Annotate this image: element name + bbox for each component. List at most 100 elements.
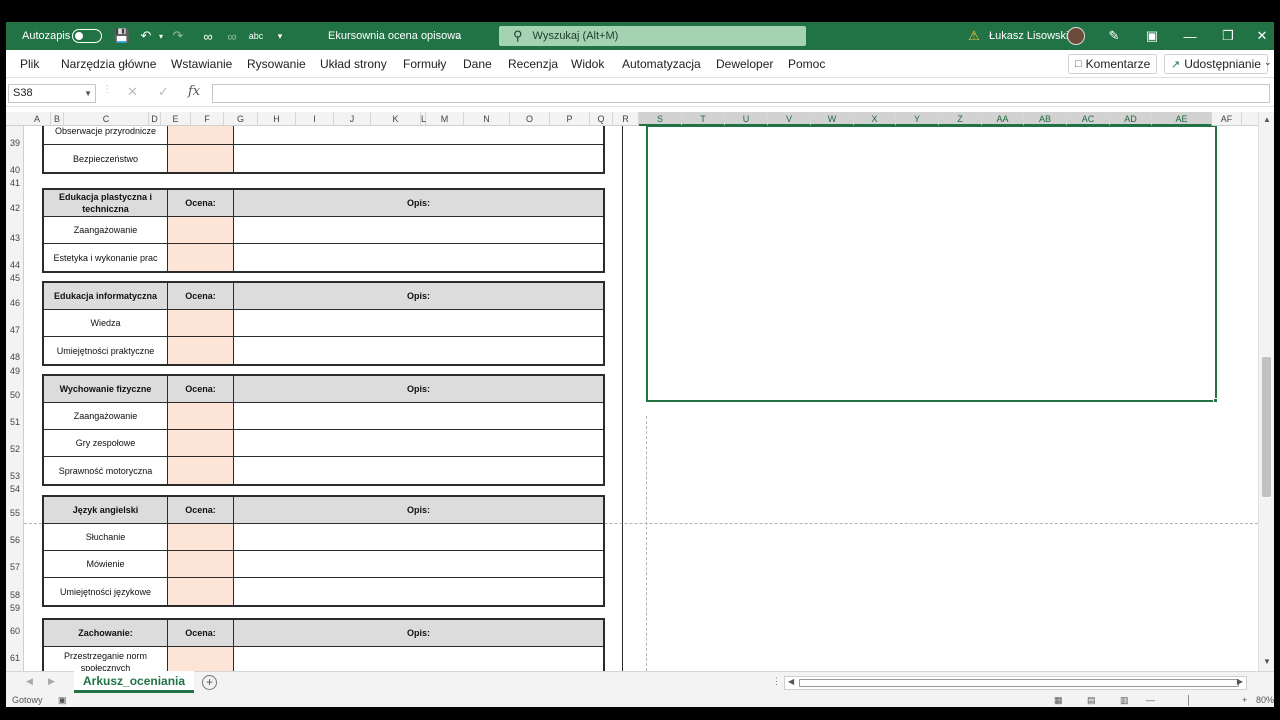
column-header[interactable]: D (149, 112, 161, 126)
ribbon-collapse-icon[interactable]: ⌄ (1264, 57, 1272, 68)
criterion-cell[interactable]: Umiejętności praktyczne (44, 337, 168, 364)
menu-rysowanie[interactable]: Rysowanie (247, 57, 306, 71)
menu-deweloper[interactable]: Deweloper (716, 57, 773, 71)
grade-cell[interactable] (168, 457, 234, 484)
grade-cell[interactable] (168, 145, 234, 172)
insert-function-icon[interactable]: fx (188, 84, 200, 99)
row-header[interactable]: 41 (6, 178, 24, 188)
column-header[interactable]: B (51, 112, 64, 126)
name-box[interactable]: S38 ▼ (8, 84, 96, 103)
column-header[interactable]: E (161, 112, 191, 126)
description-header-cell[interactable]: Opis: (234, 620, 603, 646)
column-header[interactable]: G (224, 112, 258, 126)
user-name[interactable]: Łukasz Lisowski (989, 22, 1068, 50)
grade-header-cell[interactable]: Ocena: (168, 497, 234, 523)
description-cell[interactable] (234, 457, 603, 484)
title-chevron-down-icon[interactable]: ⌄ (448, 22, 468, 50)
grade-cell[interactable] (168, 430, 234, 456)
column-header[interactable]: W (811, 112, 854, 126)
scroll-left-icon[interactable]: ◀ (788, 677, 794, 686)
menu-narzedzia-glowne[interactable]: Narzędzia główne (61, 57, 156, 71)
column-header[interactable]: AF (1212, 112, 1242, 126)
grade-header-cell[interactable]: Ocena: (168, 620, 234, 646)
description-cell[interactable] (234, 244, 603, 271)
column-header[interactable]: AC (1067, 112, 1110, 126)
zoom-out-icon[interactable]: — (1146, 695, 1155, 705)
column-header[interactable]: M (426, 112, 464, 126)
zoom-level[interactable]: 80% (1256, 695, 1274, 705)
tab-splitter-icon[interactable]: ⋮ (772, 676, 781, 687)
row-header[interactable]: 48 (6, 352, 24, 362)
criterion-cell[interactable]: Wiedza (44, 310, 168, 336)
menu-recenzja[interactable]: Recenzja (508, 57, 558, 71)
description-cell[interactable] (234, 145, 603, 172)
zoom-slider[interactable]: │ (1186, 695, 1192, 705)
scroll-down-icon[interactable]: ▼ (1263, 657, 1271, 666)
menu-wstawianie[interactable]: Wstawianie (171, 57, 232, 71)
description-cell[interactable] (234, 126, 603, 144)
menu-formuly[interactable]: Formuły (403, 57, 446, 71)
description-cell[interactable] (234, 551, 603, 577)
row-header[interactable]: 54 (6, 484, 24, 494)
grade-cell[interactable] (168, 217, 234, 243)
section-title-cell[interactable]: Edukacja plastyczna i techniczna (44, 190, 168, 216)
cancel-icon[interactable]: ✕ (127, 84, 138, 100)
grade-cell[interactable] (168, 524, 234, 550)
column-header[interactable]: F (191, 112, 224, 126)
row-header[interactable]: 40 (6, 165, 24, 175)
grade-cell[interactable] (168, 403, 234, 429)
save-icon[interactable]: 💾 (112, 22, 132, 50)
tab-scroll-right-icon[interactable]: ▶ (48, 676, 55, 687)
criterion-cell[interactable]: Sprawność motoryczna (44, 457, 168, 484)
avatar[interactable] (1067, 22, 1085, 50)
column-header[interactable]: AD (1110, 112, 1152, 126)
column-header[interactable]: R (613, 112, 639, 126)
criterion-cell[interactable]: Gry zespołowe (44, 430, 168, 456)
column-header[interactable]: U (725, 112, 768, 126)
column-header[interactable]: I (296, 112, 334, 126)
column-header[interactable]: C (64, 112, 149, 126)
vertical-scroll-thumb[interactable] (1262, 357, 1271, 497)
ribbon-display-icon[interactable]: ▣ (1142, 22, 1162, 50)
criterion-cell[interactable]: Słuchanie (44, 524, 168, 550)
description-cell[interactable] (234, 578, 603, 605)
criterion-cell[interactable]: Bezpieczeństwo (44, 145, 168, 172)
pen-icon[interactable]: ✎ (1104, 22, 1124, 50)
comments-button[interactable]: □ Komentarze (1068, 54, 1158, 74)
column-header[interactable]: O (510, 112, 550, 126)
description-header-cell[interactable]: Opis: (234, 376, 603, 402)
column-header[interactable]: A (24, 112, 51, 126)
more-options-icon[interactable]: ⋮ (102, 84, 112, 95)
minimize-icon[interactable]: — (1180, 22, 1200, 50)
row-header[interactable]: 55 (6, 508, 24, 518)
description-header-cell[interactable]: Opis: (234, 190, 603, 216)
column-header[interactable]: N (464, 112, 510, 126)
column-header[interactable]: AA (982, 112, 1024, 126)
customize-toolbar-icon[interactable]: ▾ (270, 22, 290, 50)
description-cell[interactable] (234, 337, 603, 364)
row-header[interactable]: 59 (6, 603, 24, 613)
grade-cell[interactable] (168, 647, 234, 671)
tab-arkusz-oceniania[interactable]: Arkusz_oceniania (74, 671, 195, 693)
grade-header-cell[interactable]: Ocena: (168, 190, 234, 216)
row-header[interactable]: 50 (6, 390, 24, 400)
grade-cell[interactable] (168, 551, 234, 577)
column-header[interactable]: Z (939, 112, 982, 126)
close-icon[interactable]: ✕ (1252, 22, 1272, 50)
criterion-cell[interactable]: Mówienie (44, 551, 168, 577)
row-header[interactable]: 52 (6, 444, 24, 454)
grade-header-cell[interactable]: Ocena: (168, 376, 234, 402)
grade-cell[interactable] (168, 578, 234, 605)
description-cell[interactable] (234, 403, 603, 429)
row-header[interactable]: 43 (6, 233, 24, 243)
section-title-cell[interactable]: Wychowanie fizyczne (44, 376, 168, 402)
document-title[interactable]: Ekursownia ocena opisowa (328, 22, 461, 50)
section-title-cell[interactable]: Język angielski (44, 497, 168, 523)
description-cell[interactable] (234, 217, 603, 243)
column-header[interactable]: AB (1024, 112, 1067, 126)
row-header[interactable]: 42 (6, 203, 24, 213)
column-header[interactable]: AE (1152, 112, 1212, 126)
column-header[interactable]: S (639, 112, 682, 126)
enter-icon[interactable]: ✓ (158, 84, 169, 100)
worksheet-grid[interactable]: Obserwacje przyrodnicze Bezpieczeństwo Edu… (24, 126, 1258, 671)
